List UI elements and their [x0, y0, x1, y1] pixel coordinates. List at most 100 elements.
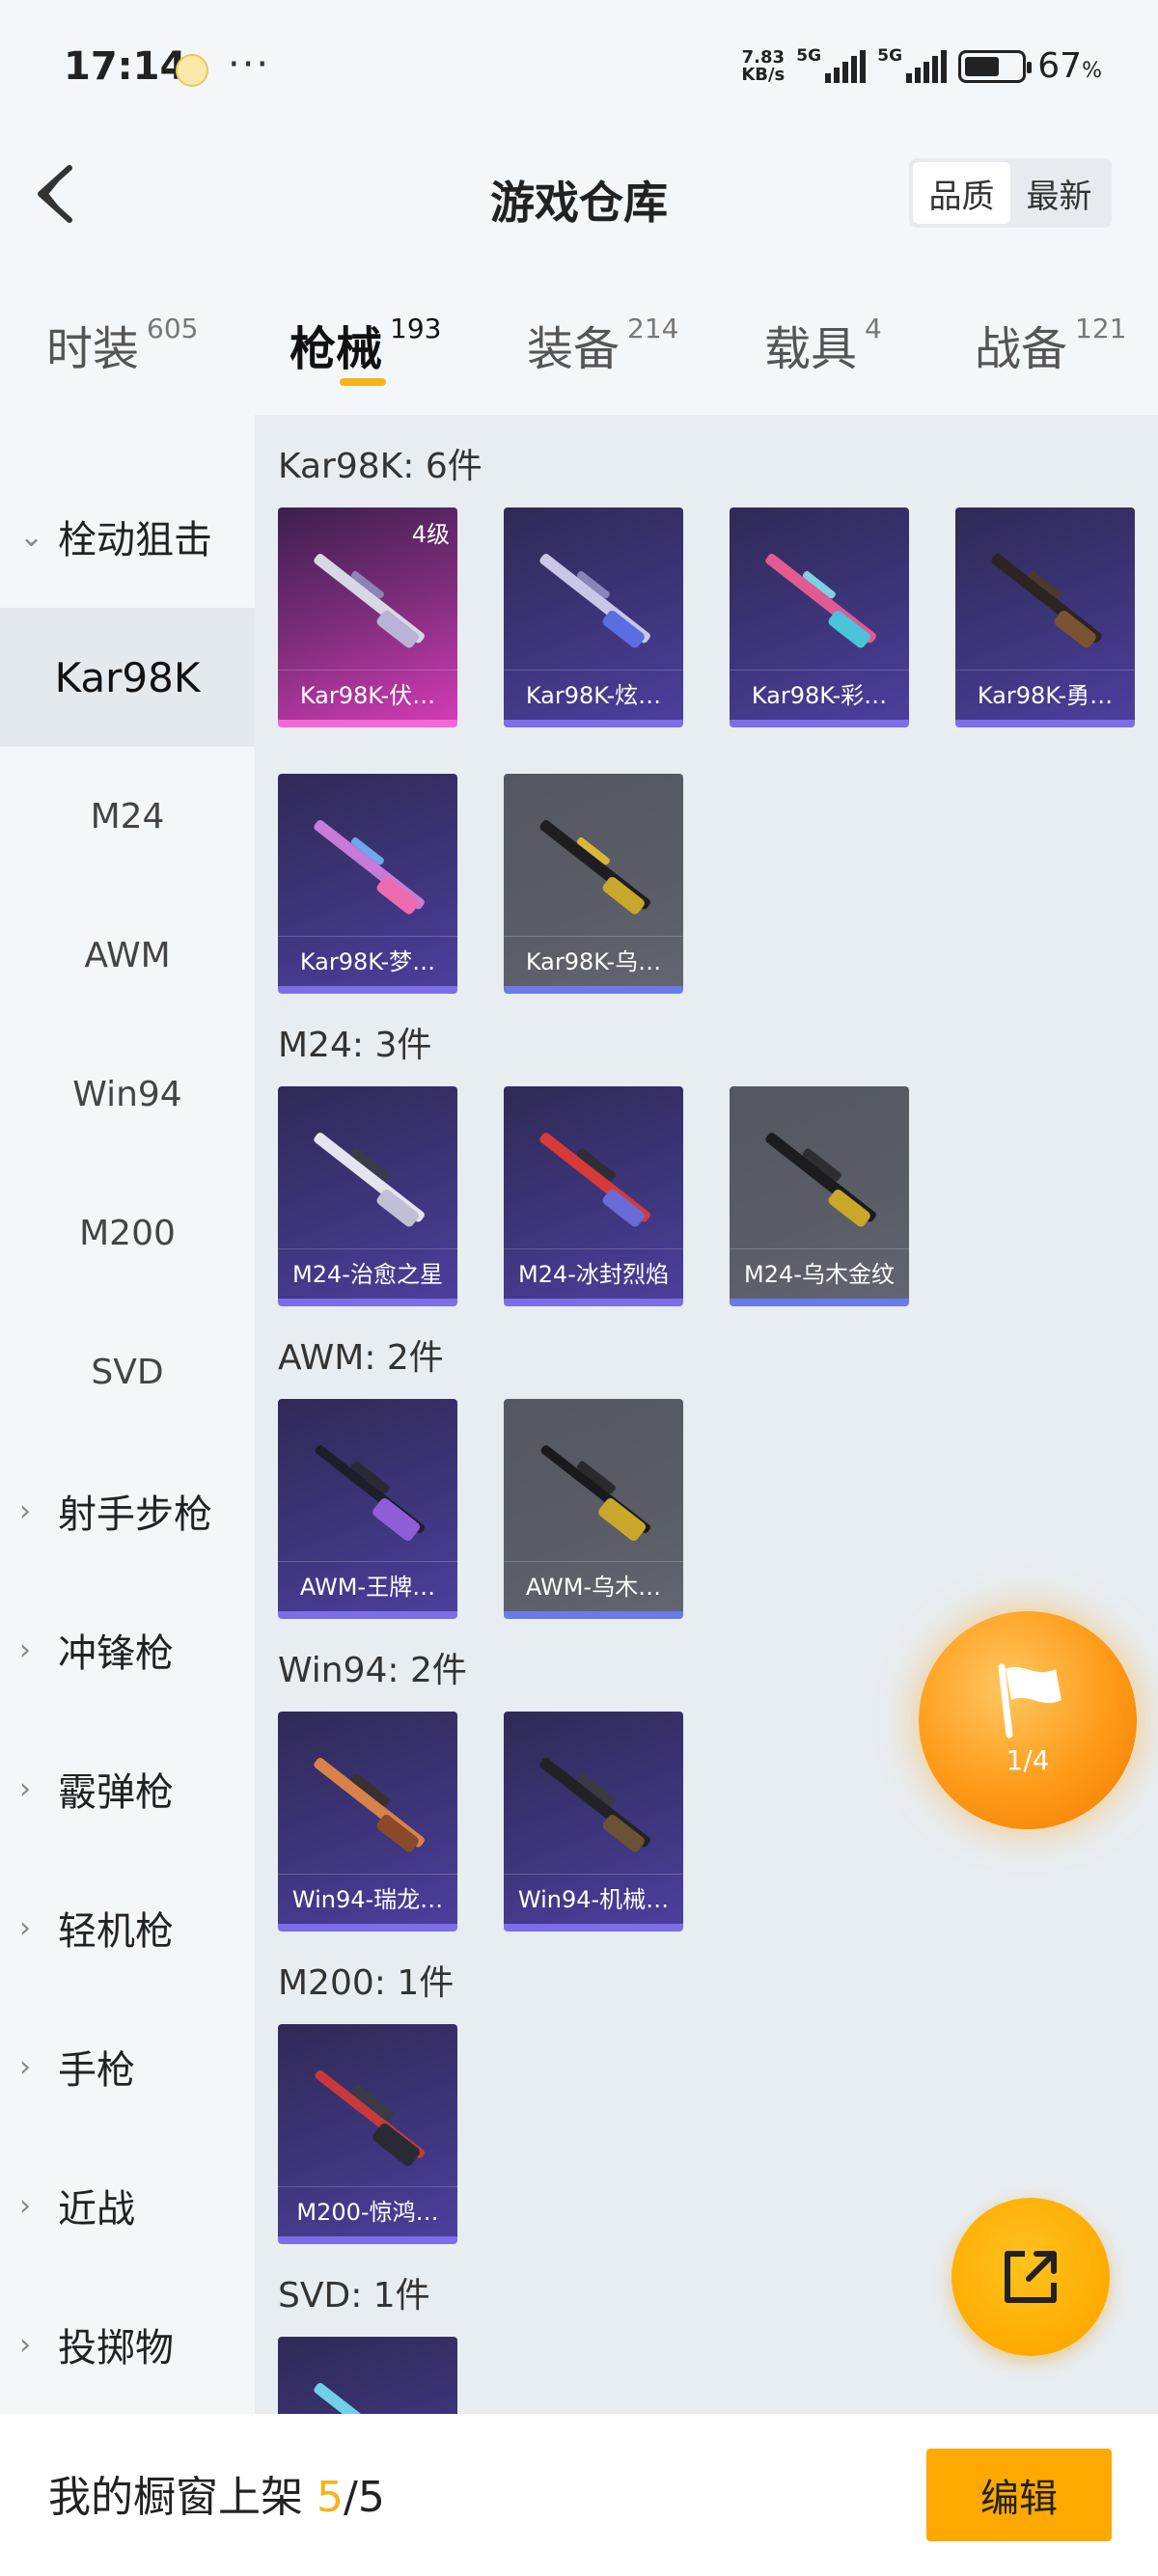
rifle-icon	[314, 820, 425, 915]
weapon-card[interactable]: 4级 Kar98K-伏…	[278, 507, 457, 727]
weapon-card[interactable]	[278, 2337, 457, 2414]
chevron-down-icon: ⌄	[19, 519, 44, 554]
chevron-right-icon: ›	[19, 2049, 31, 2084]
rifle-icon	[314, 2383, 425, 2414]
weapon-card[interactable]: M24-冰封烈焰	[504, 1086, 683, 1306]
category-tabs: 时装 605 枪械 193 装备 214 载具 4 战备 121	[0, 289, 1158, 415]
sidebar-group-lmg[interactable]: › 轻机枪	[0, 1858, 255, 1997]
weapon-name: Kar98K-伏…	[278, 670, 457, 720]
rifle-icon	[540, 1445, 650, 1542]
weapon-name: Kar98K-梦…	[278, 936, 457, 986]
tab-firearms[interactable]: 枪械 193	[290, 311, 441, 378]
flag-icon	[998, 1663, 1062, 1739]
section-title-kar98k: Kar98K: 6件	[278, 447, 482, 486]
tab-fashion[interactable]: 时装 605	[46, 311, 198, 378]
section-title-m200: M200: 1件	[278, 1963, 455, 2003]
sidebar-item-win94[interactable]: Win94	[0, 1025, 255, 1164]
weapon-name: M24-冰封烈焰	[504, 1248, 683, 1299]
section-title-m24: M24: 3件	[278, 1026, 432, 1065]
section-title-svd: SVD: 1件	[278, 2276, 430, 2316]
chevron-right-icon: ›	[19, 1494, 31, 1528]
rifle-icon	[765, 554, 876, 648]
weapon-card[interactable]: Kar98K-勇…	[955, 507, 1135, 727]
rifle-icon	[315, 1445, 425, 1542]
weapon-name: Kar98K-彩…	[730, 670, 909, 720]
sidebar-item-awm[interactable]: AWM	[0, 886, 255, 1025]
weapon-name: AWM-王牌…	[278, 1561, 457, 1611]
status-bar: 17:14 ··· 7.83 KB/s 5G 5G 67%	[0, 0, 1158, 135]
signal-sim2-icon: 5G	[877, 46, 948, 83]
flag-page-indicator: 1/4	[1006, 1744, 1050, 1776]
sidebar-item-m24[interactable]: M24	[0, 747, 255, 886]
weapon-card[interactable]: Kar98K-彩…	[730, 507, 909, 727]
chevron-right-icon: ›	[19, 1910, 31, 1945]
bottom-bar: 我的橱窗上架 5/5 编辑	[0, 2414, 1158, 2576]
rifle-icon	[314, 554, 425, 648]
sidebar-group-smg[interactable]: › 冲锋枪	[0, 1580, 255, 1719]
signal-sim1-icon: 5G	[796, 46, 867, 83]
weapon-sidebar: ⌄ 栓动狙击 Kar98K M24 AWM Win94 M200 SVD › 射…	[0, 415, 255, 2414]
weapon-card[interactable]: Win94-瑞龙…	[278, 1712, 457, 1932]
rifle-icon	[314, 1133, 425, 1227]
weapon-card[interactable]: AWM-王牌…	[278, 1399, 457, 1619]
tab-supplies[interactable]: 战备 121	[975, 311, 1126, 378]
rifle-icon	[539, 1758, 650, 1852]
active-tab-indicator	[340, 378, 386, 386]
chevron-right-icon: ›	[19, 1632, 31, 1667]
sidebar-group-dmr[interactable]: › 射手步枪	[0, 1441, 255, 1580]
share-float-button[interactable]	[951, 2198, 1110, 2356]
more-notifications-icon: ···	[228, 42, 271, 87]
chevron-right-icon: ›	[19, 1771, 31, 1806]
weapon-grid: Kar98K: 6件 4级 Kar98K-伏… Kar98K-炫… Kar98K…	[255, 415, 1158, 2414]
sidebar-item-svd[interactable]: SVD	[0, 1302, 255, 1441]
chevron-right-icon: ›	[19, 2188, 31, 2223]
tab-vehicles[interactable]: 载具 4	[764, 311, 882, 378]
status-time: 17:14	[64, 44, 187, 89]
showcase-status: 我的橱窗上架 5/5	[48, 2473, 385, 2522]
weapon-name: M24-乌木金纹	[730, 1248, 909, 1299]
sidebar-item-m200[interactable]: M200	[0, 1164, 255, 1302]
edit-button[interactable]: 编辑	[926, 2449, 1112, 2541]
battery-icon	[958, 49, 1033, 83]
weapon-card[interactable]: M200-惊鸿…	[278, 2024, 457, 2244]
weapon-card[interactable]: Win94-机械…	[504, 1712, 683, 1932]
weapon-name: AWM-乌木…	[504, 1561, 683, 1611]
weapon-name: Kar98K-炫…	[504, 670, 683, 720]
weapon-name: Kar98K-乌…	[504, 936, 683, 986]
net-speed: 7.83 KB/s	[741, 46, 786, 85]
flag-float-button[interactable]: 1/4	[919, 1611, 1137, 1829]
weapon-card[interactable]: M24-乌木金纹	[730, 1086, 909, 1306]
rifle-icon	[539, 1133, 650, 1227]
sort-toggle[interactable]: 品质 最新	[909, 158, 1112, 228]
sort-option-newest[interactable]: 最新	[1010, 162, 1108, 224]
share-icon	[1005, 2251, 1057, 2303]
rifle-icon	[314, 1758, 425, 1852]
sort-option-quality[interactable]: 品质	[913, 162, 1010, 224]
weapon-name: Win94-瑞龙…	[278, 1874, 457, 1924]
sidebar-group-bolt-action[interactable]: ⌄ 栓动狙击	[0, 467, 255, 606]
weapon-card[interactable]: M24-治愈之星	[278, 1086, 457, 1306]
sidebar-group-shotgun[interactable]: › 霰弹枪	[0, 1719, 255, 1858]
rifle-icon	[765, 1133, 876, 1227]
notification-app-icon	[176, 54, 208, 87]
weapon-name: M24-治愈之星	[278, 1248, 457, 1299]
rifle-icon	[539, 820, 650, 915]
weapon-card[interactable]: Kar98K-炫…	[504, 507, 683, 727]
rifle-icon	[991, 554, 1102, 648]
header: 游戏仓库 品质 最新	[0, 135, 1158, 251]
tab-equipment[interactable]: 装备 214	[527, 311, 678, 378]
battery-percent: 67%	[1037, 46, 1102, 86]
weapon-card[interactable]: Kar98K-梦…	[278, 774, 457, 994]
weapon-card[interactable]: AWM-乌木…	[504, 1399, 683, 1619]
rifle-icon	[315, 2070, 425, 2167]
weapon-card[interactable]: Kar98K-乌…	[504, 774, 683, 994]
section-title-win94: Win94: 2件	[278, 1651, 467, 1690]
sidebar-item-kar98k[interactable]: Kar98K	[0, 608, 255, 747]
sidebar-group-pistol[interactable]: › 手枪	[0, 1997, 255, 2136]
sidebar-group-melee[interactable]: › 近战	[0, 2136, 255, 2275]
weapon-name: Kar98K-勇…	[955, 670, 1135, 720]
weapon-name: Win94-机械…	[504, 1874, 683, 1924]
chevron-right-icon: ›	[19, 2327, 31, 2362]
rifle-icon	[539, 554, 650, 648]
sidebar-group-throwable[interactable]: › 投掷物	[0, 2275, 255, 2414]
